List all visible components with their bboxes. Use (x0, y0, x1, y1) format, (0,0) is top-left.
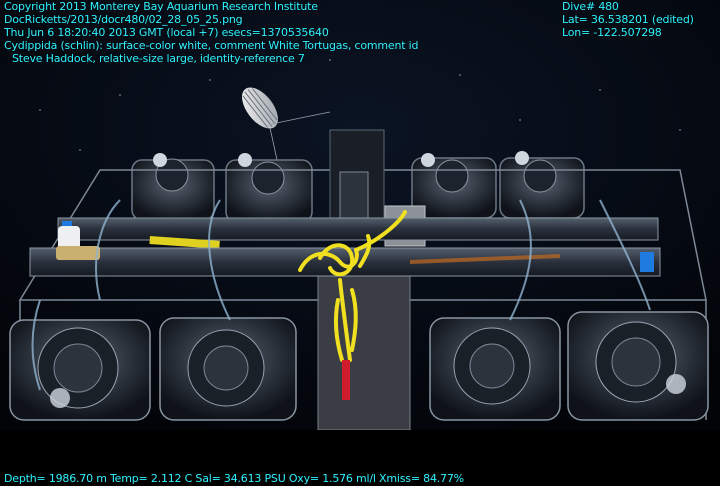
observer-line: Steve Haddock, relative-size large, iden… (12, 52, 305, 65)
latitude: Lat= 36.538201 (edited) (562, 13, 694, 26)
longitude: Lon= -122.507298 (562, 26, 662, 39)
rear-crossbar (57, 217, 659, 241)
rov-frame-image: Copyright 2013 Monterey Bay Aquarium Res… (0, 0, 720, 486)
copyright-line: Copyright 2013 Monterey Bay Aquarium Res… (4, 0, 318, 13)
annotation-header: Copyright 2013 Monterey Bay Aquarium Res… (4, 0, 418, 65)
dive-info: Dive# 480 Lat= 36.538201 (edited) Lon= -… (562, 0, 694, 39)
image-path-line: DocRicketts/2013/docr480/02_28_05_25.png (4, 13, 243, 26)
red-handle (342, 360, 350, 400)
timestamp-line: Thu Jun 6 18:20:40 2013 GMT (local +7) e… (4, 26, 329, 39)
observation-line: Cydippida (schlin): surface-color white,… (4, 39, 419, 52)
dive-number: Dive# 480 (562, 0, 619, 13)
sensor-readout: Depth= 1986.70 m Temp= 2.112 C Sal= 34.6… (4, 472, 464, 485)
